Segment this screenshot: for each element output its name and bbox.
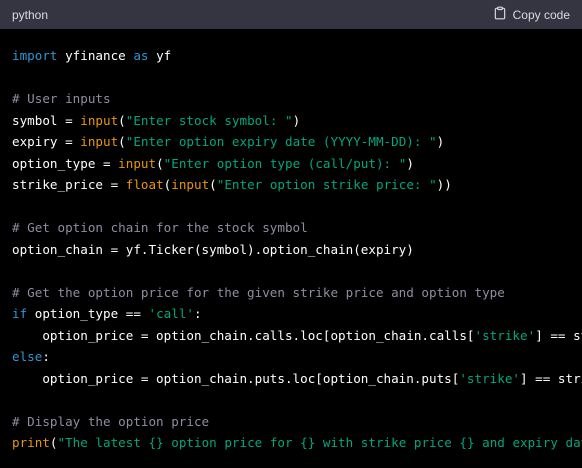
code-token: # Display the option price xyxy=(12,413,210,429)
code-token: float xyxy=(125,177,164,192)
copy-code-button[interactable]: Copy code xyxy=(493,6,570,23)
code-line: expiry = input("Enter option expiry date… xyxy=(12,131,570,153)
code-token: # Get the option price for the given str… xyxy=(12,284,505,300)
code-token: yf xyxy=(148,48,172,63)
code-token: 'call' xyxy=(148,306,195,321)
code-token: "Enter option type (call/put): " xyxy=(163,155,407,171)
code-token: "Enter stock symbol: " xyxy=(125,112,293,128)
code-token: "Enter option expiry date (YYYY-MM-DD): … xyxy=(125,134,437,149)
code-block: python Copy code import yfinance as yf #… xyxy=(0,0,582,468)
code-token: ] == strike_price xyxy=(520,370,582,386)
code-token: import xyxy=(12,48,58,63)
code-line: option_type = input("Enter option type (… xyxy=(12,153,570,175)
code-line: # Get option chain for the stock symbol xyxy=(12,217,570,239)
code-line: import yfinance as yf xyxy=(12,45,570,67)
code-line: # Display the option price xyxy=(12,411,570,433)
code-token: input xyxy=(171,177,210,192)
code-token: ) xyxy=(406,155,414,171)
code-line: # Get the option price for the given str… xyxy=(12,282,570,304)
code-token: # Get option chain for the stock symbol xyxy=(12,220,308,235)
code-token: # User inputs xyxy=(12,91,111,106)
code-line: option_price = option_chain.calls.loc[op… xyxy=(12,325,582,347)
code-line: print("The latest {} option price for {}… xyxy=(12,432,582,454)
code-token: : xyxy=(194,306,202,321)
code-token: yfinance xyxy=(57,48,134,63)
code-line: # User inputs xyxy=(12,88,570,110)
code-token: input xyxy=(80,112,119,128)
code-token: else xyxy=(12,349,43,364)
copy-code-label: Copy code xyxy=(512,7,570,22)
code-token: option_type = xyxy=(12,155,119,171)
code-token: ) xyxy=(292,112,301,128)
code-block-header: python Copy code xyxy=(0,0,582,29)
code-token: 'strike' xyxy=(474,327,536,343)
code-token: "The latest {} option price for {} with … xyxy=(57,435,582,450)
code-line: else: xyxy=(12,346,570,368)
code-token: ( xyxy=(49,435,58,450)
code-token: option_price = option_chain.calls.loc[op… xyxy=(12,327,475,343)
code-token: option_chain = yf.Ticker(symbol).option_… xyxy=(12,241,414,257)
code-token: ( xyxy=(156,155,164,171)
code-token: input xyxy=(80,134,119,149)
language-label: python xyxy=(12,7,49,22)
code-token: option_type == xyxy=(27,306,149,321)
code-line: symbol = input("Enter stock symbol: ") xyxy=(12,110,570,132)
code-token: ) xyxy=(436,134,445,149)
code-token: ( xyxy=(209,177,217,192)
code-line: option_price = option_chain.puts.loc[opt… xyxy=(12,368,582,390)
code-token: "Enter option strike price: " xyxy=(216,177,437,192)
code-token: ] == strike_price xyxy=(535,327,582,343)
code-content[interactable]: import yfinance as yf # User inputs symbo… xyxy=(0,29,582,454)
code-line: strike_price = float(input("Enter option… xyxy=(12,174,570,196)
clipboard-icon xyxy=(493,6,507,23)
code-token: if xyxy=(12,306,28,321)
code-token: symbol = xyxy=(12,112,81,128)
code-token: option_price = option_chain.puts.loc[opt… xyxy=(12,370,460,386)
code-line: if option_type == 'call': xyxy=(12,303,570,325)
code-token: 'strike' xyxy=(459,370,521,386)
code-token: expiry = xyxy=(12,134,81,149)
code-token: as xyxy=(133,48,149,63)
code-token: ( xyxy=(118,134,126,149)
code-token: )) xyxy=(436,177,452,192)
code-token: strike_price = xyxy=(12,177,126,192)
code-token: : xyxy=(42,349,50,364)
code-line: option_chain = yf.Ticker(symbol).option_… xyxy=(12,239,570,261)
code-token: ( xyxy=(118,112,126,128)
code-token: input xyxy=(118,155,157,171)
code-token: print xyxy=(12,435,50,450)
